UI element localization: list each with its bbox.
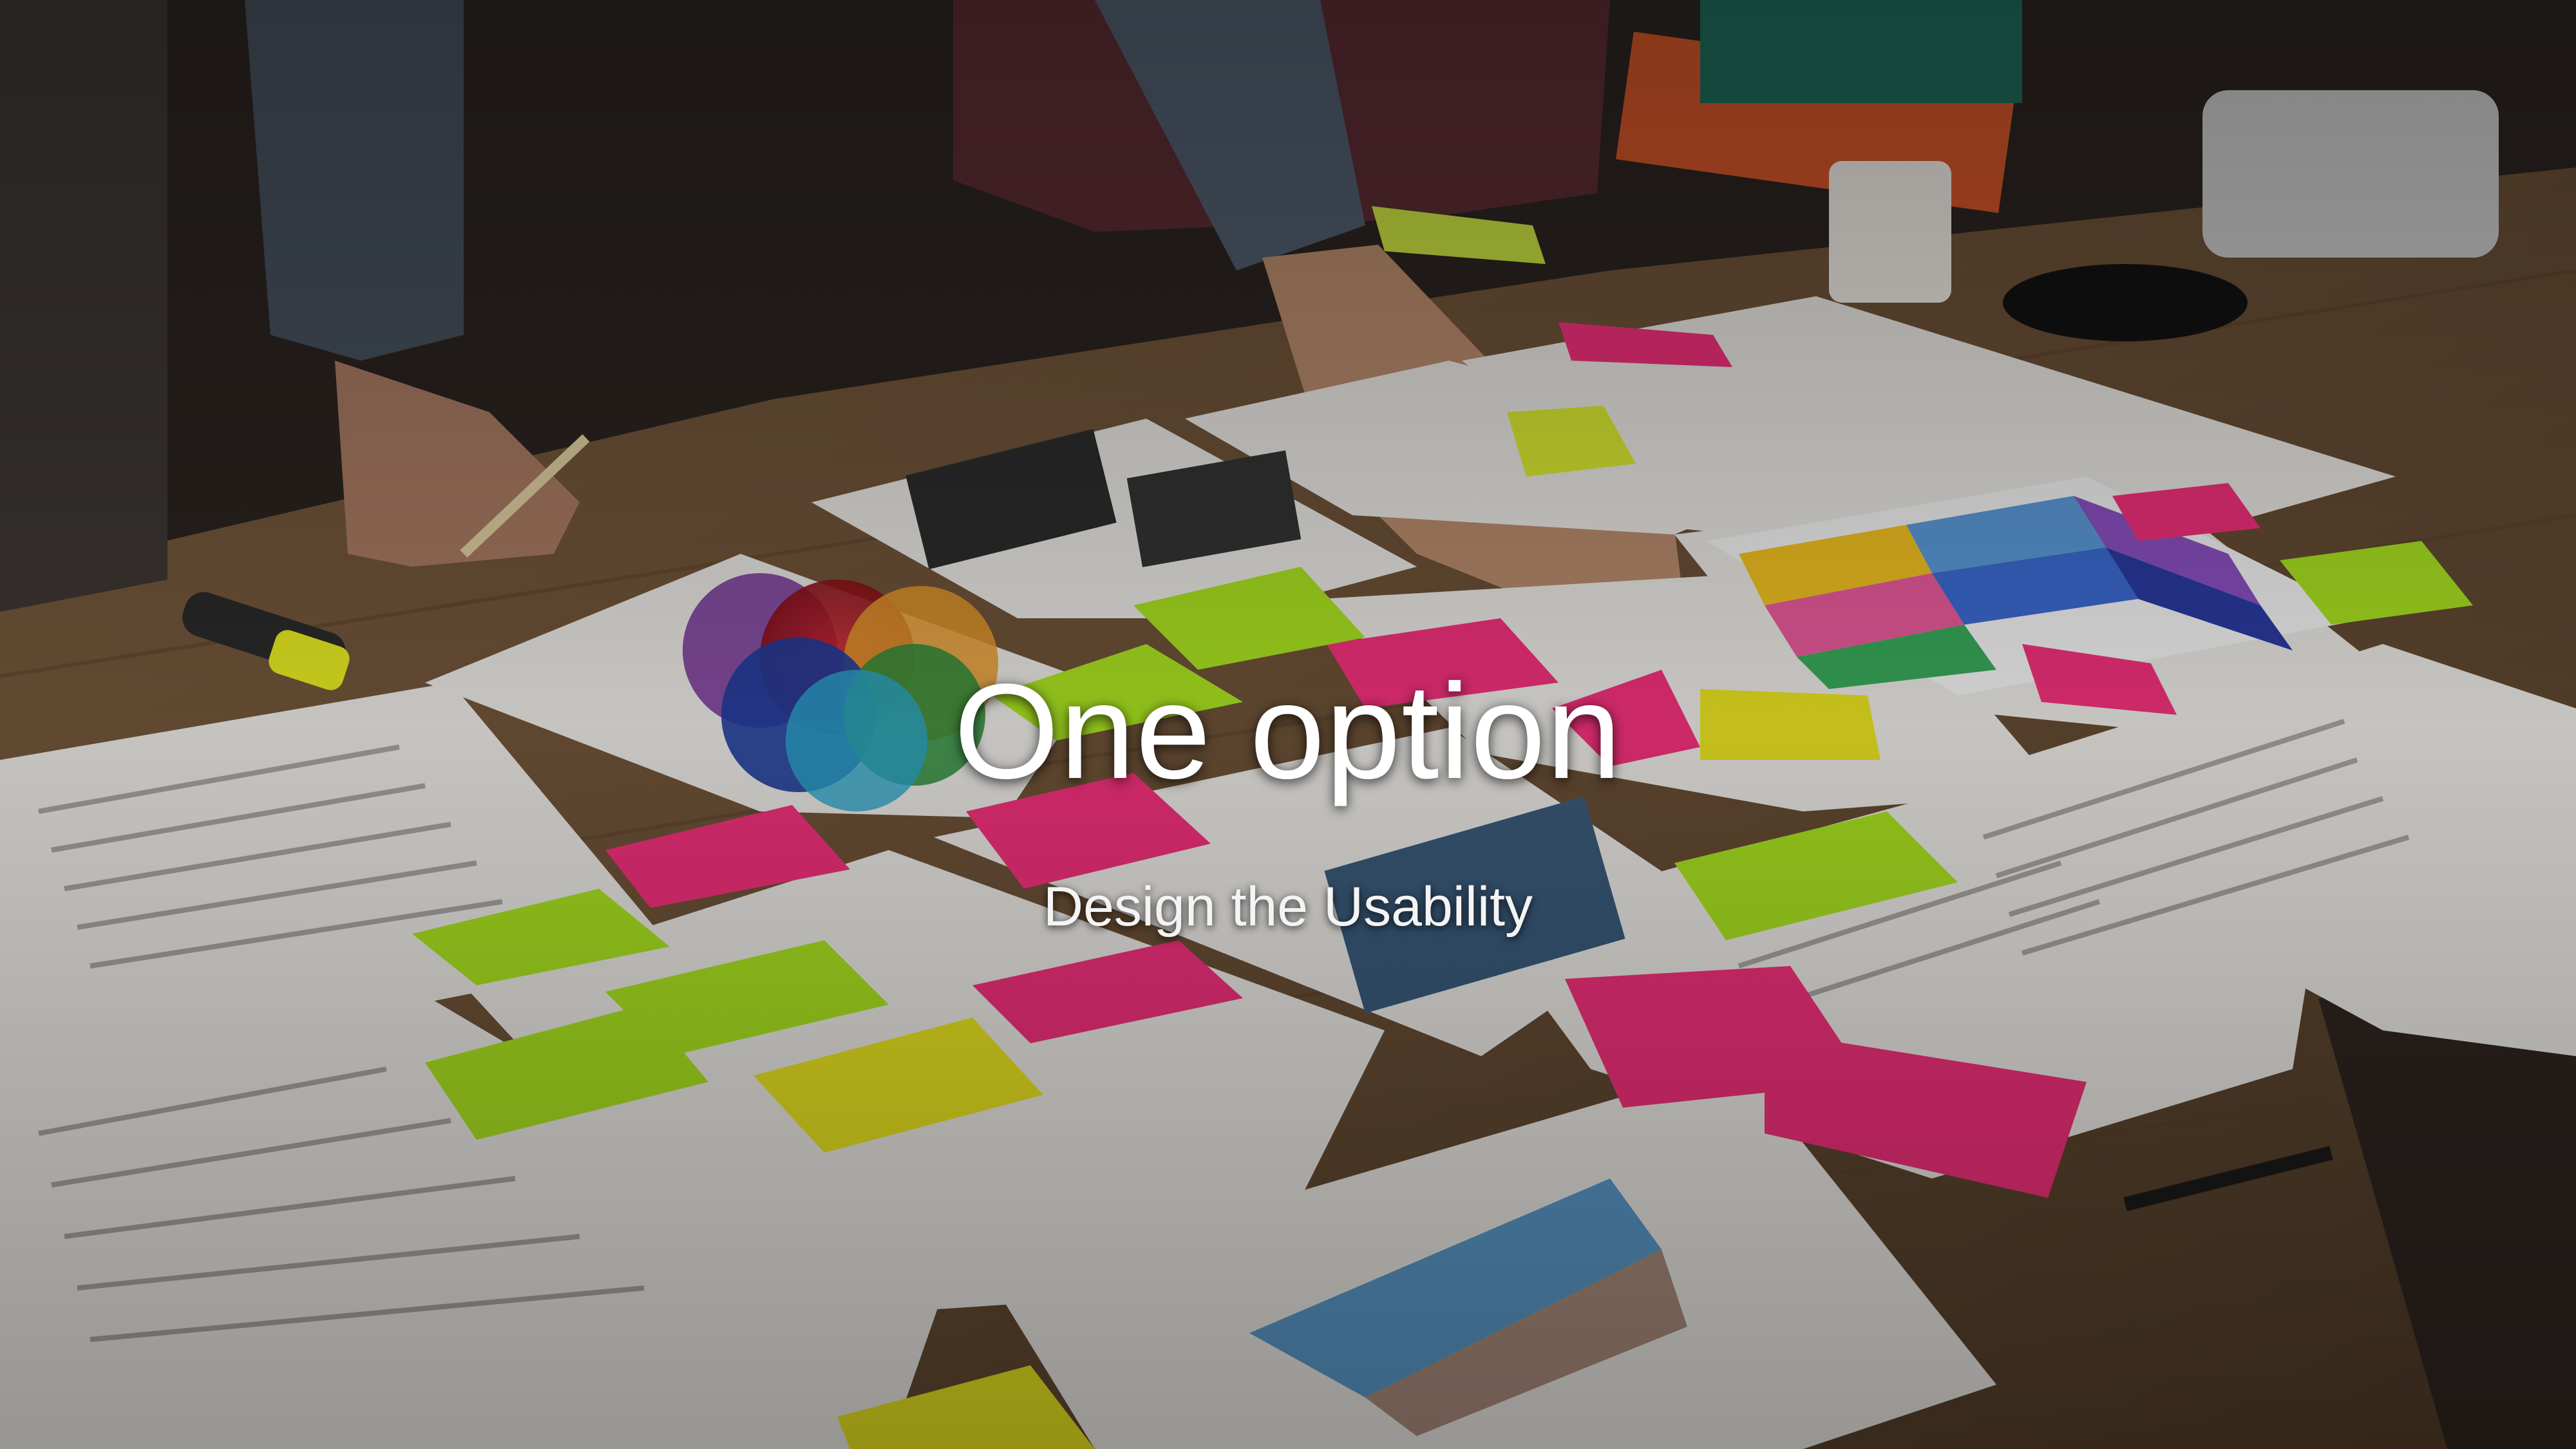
presentation-slide: One option Design the Usability [0,0,2576,1449]
slide-title: One option [954,656,1622,807]
title-block: One option Design the Usability [0,657,2576,938]
slide-subtitle: Design the Usability [1043,876,1533,938]
